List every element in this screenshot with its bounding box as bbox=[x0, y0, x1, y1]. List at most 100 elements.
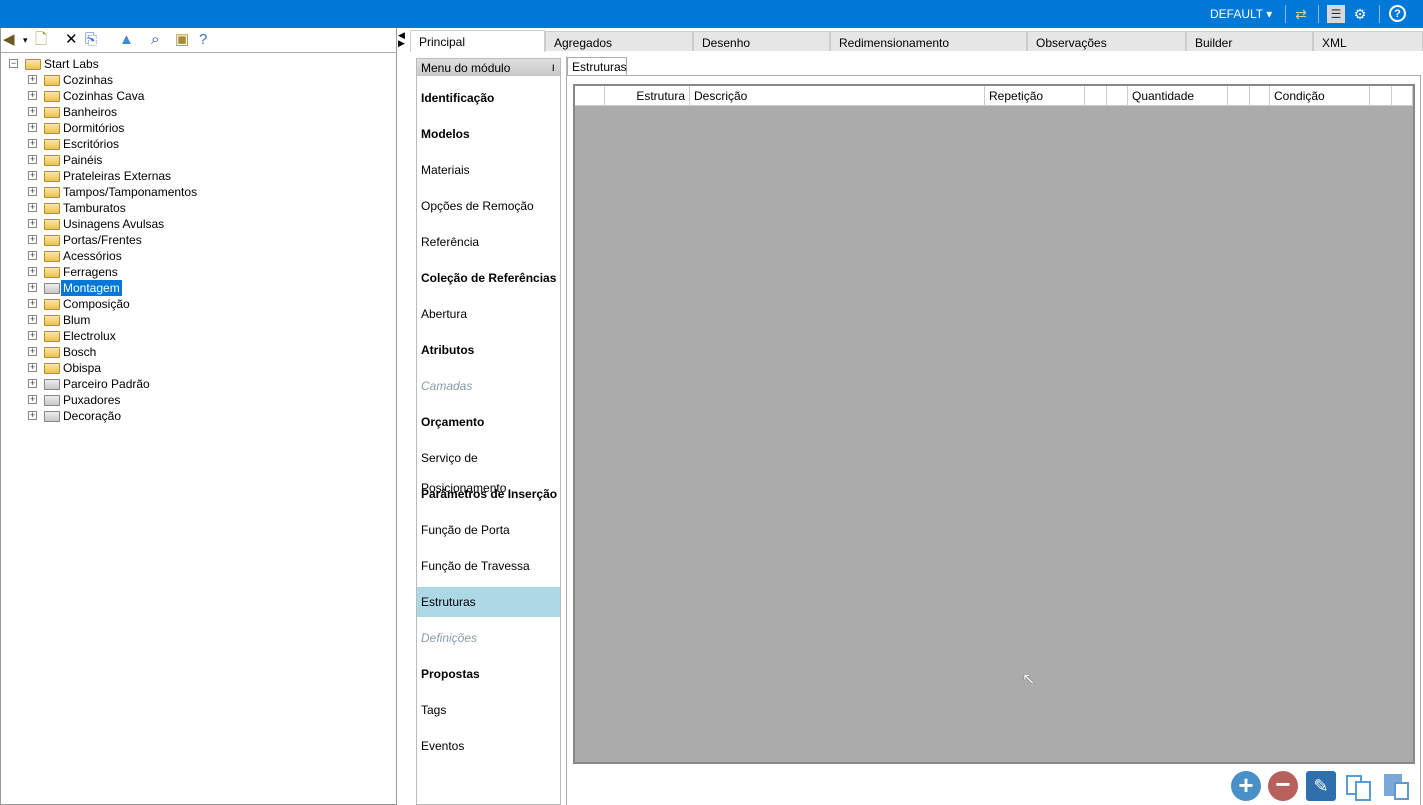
tree-node[interactable]: + Composição bbox=[28, 296, 228, 312]
expand-icon[interactable]: + bbox=[28, 283, 37, 292]
tree-node[interactable]: + Electrolux bbox=[28, 328, 228, 344]
edit-button[interactable]: ✎ bbox=[1306, 771, 1336, 801]
expand-icon[interactable]: + bbox=[28, 219, 37, 228]
menu-item[interactable]: Serviço de Posicionamento bbox=[417, 443, 560, 495]
tree-node[interactable]: + Obispa bbox=[28, 360, 228, 376]
menu-item[interactable]: Propostas bbox=[417, 659, 560, 689]
expand-icon[interactable]: + bbox=[28, 395, 37, 404]
tab-estruturas[interactable]: Estruturas bbox=[567, 57, 627, 75]
profile-dropdown[interactable]: DEFAULT ▾ bbox=[1210, 7, 1272, 21]
expand-icon[interactable]: + bbox=[28, 91, 37, 100]
expand-icon[interactable]: + bbox=[28, 299, 37, 308]
pin-icon[interactable]: ı bbox=[552, 60, 555, 74]
menu-item[interactable]: Definições bbox=[417, 623, 560, 653]
tree-node[interactable]: + Tamburatos bbox=[28, 200, 228, 216]
expand-icon[interactable]: + bbox=[28, 315, 37, 324]
folder-export-icon[interactable]: ▣ bbox=[175, 31, 189, 49]
tab-principal[interactable]: Principal bbox=[410, 30, 545, 52]
tree-node[interactable]: + Dormitórios bbox=[28, 120, 228, 136]
menu-item[interactable]: Eventos bbox=[417, 731, 560, 761]
tree-node[interactable]: + Bosch bbox=[28, 344, 228, 360]
layout-icon[interactable]: ☰ bbox=[1327, 5, 1345, 23]
tab-desenho[interactable]: Desenho bbox=[693, 31, 830, 51]
tab-observações[interactable]: Observações bbox=[1027, 31, 1186, 51]
tab-agregados[interactable]: Agregados bbox=[545, 31, 693, 51]
menu-item[interactable]: Materiais bbox=[417, 155, 560, 185]
menu-item[interactable]: Referência bbox=[417, 227, 560, 257]
tree-node[interactable]: + Decoração bbox=[28, 408, 228, 424]
menu-item[interactable]: Opções de Remoção bbox=[417, 191, 560, 221]
collapse-icon[interactable]: − bbox=[9, 59, 18, 68]
tab-redimensionamento[interactable]: Redimensionamento bbox=[830, 31, 1027, 51]
expand-right-icon[interactable]: ▶ bbox=[398, 38, 405, 49]
expand-icon[interactable]: + bbox=[28, 411, 37, 420]
expand-icon[interactable]: + bbox=[28, 123, 37, 132]
menu-item[interactable]: Abertura bbox=[417, 299, 560, 329]
help-icon[interactable]: ? bbox=[1389, 5, 1406, 22]
tree-node[interactable]: + Escritórios bbox=[28, 136, 228, 152]
column-header[interactable] bbox=[1392, 86, 1413, 106]
tree-node[interactable]: + Portas/Frentes bbox=[28, 232, 228, 248]
menu-item[interactable]: Identificação bbox=[417, 83, 560, 113]
new-item-icon[interactable]: 🗋 bbox=[35, 31, 47, 49]
back-icon[interactable]: ◀ bbox=[3, 31, 15, 49]
tree-node[interactable]: + Acessórios bbox=[28, 248, 228, 264]
expand-icon[interactable]: + bbox=[28, 107, 37, 116]
find-icon[interactable]: ⌕ bbox=[151, 31, 159, 49]
menu-item[interactable]: Função de Travessa bbox=[417, 551, 560, 581]
column-header[interactable] bbox=[1085, 86, 1107, 106]
tree-node[interactable]: + Blum bbox=[28, 312, 228, 328]
menu-item[interactable]: Camadas bbox=[417, 371, 560, 401]
sync-icon[interactable]: ⇄ bbox=[1292, 5, 1310, 23]
tree-node[interactable]: + Parceiro Padrão bbox=[28, 376, 228, 392]
tree-node[interactable]: + Prateleiras Externas bbox=[28, 168, 228, 184]
expand-icon[interactable]: + bbox=[28, 203, 37, 212]
menu-item[interactable]: Estruturas bbox=[417, 587, 560, 617]
expand-icon[interactable]: + bbox=[28, 75, 37, 84]
column-header[interactable]: Quantidade bbox=[1128, 86, 1228, 106]
tree-node[interactable]: + Banheiros bbox=[28, 104, 228, 120]
expand-icon[interactable]: + bbox=[28, 235, 37, 244]
tree-node[interactable]: + Painéis bbox=[28, 152, 228, 168]
dropdown-arrow-icon[interactable]: ▾ bbox=[23, 31, 28, 49]
tree-node[interactable]: + Tampos/Tamponamentos bbox=[28, 184, 228, 200]
expand-icon[interactable]: + bbox=[28, 139, 37, 148]
move-up-icon[interactable]: ▲ bbox=[119, 31, 134, 49]
add-button[interactable]: + bbox=[1231, 771, 1261, 801]
column-header[interactable] bbox=[1228, 86, 1250, 106]
menu-item[interactable]: Coleção de Referências bbox=[417, 263, 560, 293]
menu-item[interactable]: Parâmetros de Inserção bbox=[417, 479, 560, 509]
expand-icon[interactable]: + bbox=[28, 251, 37, 260]
tab-builder[interactable]: Builder bbox=[1186, 31, 1313, 51]
column-header[interactable]: Estrutura bbox=[605, 86, 690, 106]
column-header[interactable]: Repetição bbox=[985, 86, 1085, 106]
menu-item[interactable]: Função de Porta bbox=[417, 515, 560, 545]
delete-icon[interactable]: ✕ bbox=[65, 31, 78, 49]
duplicate-button[interactable] bbox=[1344, 771, 1374, 801]
expand-icon[interactable]: + bbox=[28, 347, 37, 356]
tree-help-icon[interactable]: ? bbox=[199, 31, 207, 49]
expand-icon[interactable]: + bbox=[28, 187, 37, 196]
column-header[interactable] bbox=[1107, 86, 1128, 106]
tree-root[interactable]: − Start Labs bbox=[9, 56, 209, 72]
panel-splitter[interactable]: ◀ ▶ bbox=[397, 28, 409, 805]
column-header[interactable] bbox=[1250, 86, 1270, 106]
expand-icon[interactable]: + bbox=[28, 331, 37, 340]
menu-item[interactable]: Atributos bbox=[417, 335, 560, 365]
paste-button[interactable] bbox=[1382, 771, 1412, 801]
menu-item[interactable]: Modelos bbox=[417, 119, 560, 149]
column-header[interactable] bbox=[1370, 86, 1392, 106]
tree-node[interactable]: + Usinagens Avulsas bbox=[28, 216, 228, 232]
structures-grid[interactable]: Estrutura Descrição Repetição Quantidade Con… bbox=[573, 84, 1415, 764]
menu-item[interactable]: Orçamento bbox=[417, 407, 560, 437]
tree-node[interactable]: + Montagem bbox=[28, 280, 228, 296]
expand-icon[interactable]: + bbox=[28, 171, 37, 180]
tree-node[interactable]: + Ferragens bbox=[28, 264, 228, 280]
expand-icon[interactable]: + bbox=[28, 267, 37, 276]
copy-icon[interactable]: ⎘ bbox=[85, 31, 97, 49]
expand-icon[interactable]: + bbox=[28, 379, 37, 388]
category-tree[interactable]: − Start Labs + Cozinhas + Cozinhas Cava … bbox=[1, 52, 397, 804]
tree-node[interactable]: + Puxadores bbox=[28, 392, 228, 408]
settings-icon[interactable]: ⚙ bbox=[1351, 5, 1369, 23]
tree-node[interactable]: + Cozinhas bbox=[28, 72, 228, 88]
